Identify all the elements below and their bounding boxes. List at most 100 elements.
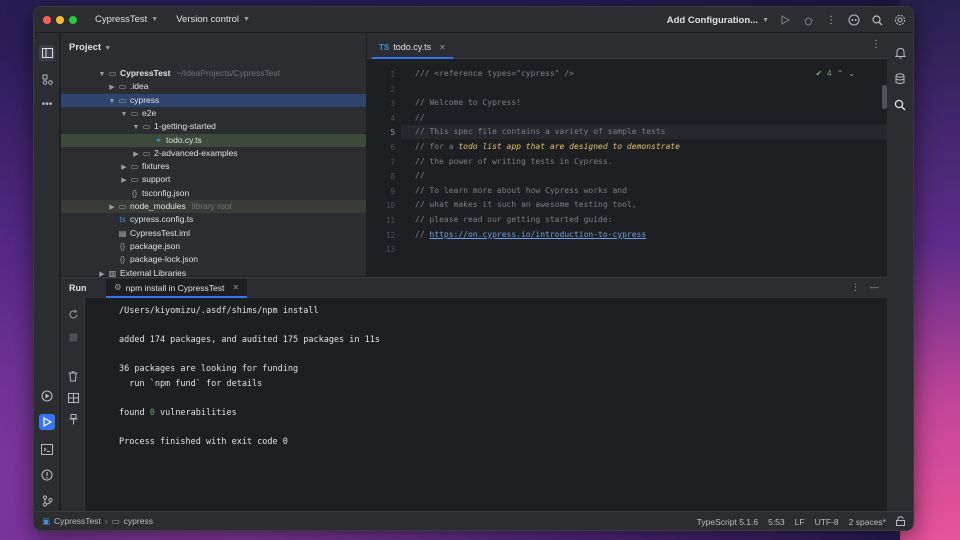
run-icon[interactable] [778, 13, 792, 27]
chevron-right-icon[interactable]: ▶ [107, 81, 117, 94]
zoom-window-button[interactable] [69, 15, 77, 24]
tree-item-label: 2-advanced-examples [154, 147, 238, 158]
database-icon[interactable] [892, 71, 908, 87]
more-vertical-icon[interactable]: ⋮ [851, 282, 860, 293]
lock-icon[interactable] [896, 515, 905, 528]
chevron-down-icon[interactable]: ▼ [97, 68, 107, 81]
folder-icon: ▭ [142, 148, 151, 158]
settings-icon[interactable] [893, 13, 907, 27]
copilot-icon[interactable] [847, 13, 861, 27]
code-text: // Welcome to Cypress! [415, 98, 521, 108]
rerun-icon[interactable] [65, 306, 81, 322]
run-tool-icon[interactable] [39, 414, 55, 430]
search-icon[interactable] [870, 13, 884, 27]
more-horizontal-icon[interactable]: ••• [39, 96, 55, 112]
structure-tool-icon[interactable] [39, 71, 55, 87]
close-window-button[interactable] [43, 15, 51, 24]
stop-icon[interactable] [65, 329, 81, 345]
editor-scrollbar[interactable] [882, 85, 887, 109]
project-panel-header[interactable]: Project ▼ [69, 42, 111, 53]
vcs-menu[interactable]: Version control ▼ [176, 14, 250, 25]
git-tool-icon[interactable] [39, 493, 55, 509]
file-encoding[interactable]: UTF-8 [815, 517, 839, 527]
more-vertical-icon[interactable]: ⋮ [871, 39, 881, 50]
code-line[interactable]: // https://on.cypress.io/introduction-to… [415, 228, 646, 242]
code-line[interactable]: // what makes it such an awesome testing… [415, 198, 637, 212]
code-text: // To learn more about how Cypress works… [415, 185, 627, 195]
code-line[interactable]: // Welcome to Cypress! [415, 96, 521, 110]
pin-icon[interactable] [65, 411, 81, 427]
folder-icon: ▭ [108, 69, 117, 78]
close-tab-icon[interactable]: ✕ [439, 43, 446, 52]
folder-icon: ▭ [130, 162, 139, 172]
minimize-window-button[interactable] [56, 15, 64, 24]
chevron-down-icon[interactable]: ▼ [107, 95, 117, 108]
notifications-icon[interactable] [892, 45, 908, 61]
chevron-down-icon[interactable]: ▼ [131, 121, 141, 134]
folder-icon: ▭ [111, 515, 120, 526]
chevron-up-icon[interactable]: ⌃ [837, 69, 844, 78]
chevron-right-icon[interactable]: ▶ [119, 174, 129, 187]
breadcrumb-project[interactable]: CypressTest [54, 516, 101, 526]
line-separator[interactable]: LF [795, 517, 805, 527]
tree-item[interactable]: ▼ ▭ cypress [61, 93, 366, 108]
project-tool-icon[interactable] [39, 45, 55, 61]
breadcrumb-folder[interactable]: cypress [124, 516, 153, 526]
tree-item[interactable]: ts cypress.config.ts [61, 213, 366, 226]
code-link[interactable]: https://on.cypress.io/introduction-to-cy… [429, 230, 646, 239]
inspect-search-icon[interactable] [892, 97, 908, 113]
close-tab-icon[interactable]: ✕ [232, 283, 239, 292]
clear-trash-icon[interactable] [65, 368, 81, 384]
problems-tool-icon[interactable] [39, 467, 55, 483]
inspection-widget[interactable]: ✔ 4 ⌃ ⌄ [815, 69, 855, 78]
line-number: 10 [385, 201, 395, 211]
tree-item[interactable]: ▼ ▭ 1-getting-started [61, 120, 366, 133]
caret-position[interactable]: 5:53 [768, 517, 785, 527]
code-line[interactable]: // [415, 111, 425, 125]
tab-npm-install[interactable]: ⚙ npm install in CypressTest ✕ [106, 279, 248, 298]
project-switcher[interactable]: CypressTest ▼ [95, 14, 158, 25]
check-icon: ✔ [815, 69, 823, 78]
code-line[interactable]: // please read our getting started guide… [415, 213, 612, 227]
tree-item[interactable]: ▤ CypressTest.iml [61, 227, 366, 240]
tree-item[interactable]: {} package-lock.json [61, 253, 366, 266]
tree-item[interactable]: ▶ ▭ support [61, 173, 366, 186]
code-line[interactable]: // This spec file contains a variety of … [401, 125, 887, 140]
code-line[interactable]: /// <reference types="cypress" /> [415, 67, 574, 81]
code-line[interactable]: // for a todo list app that are designed… [415, 140, 680, 154]
chevron-right-icon[interactable]: ▶ [119, 161, 129, 174]
services-tool-icon[interactable] [39, 388, 55, 404]
tree-item[interactable]: ▶ ▭ fixtures [61, 160, 366, 173]
code-line[interactable]: // the power of writing tests in Cypress… [415, 155, 612, 169]
tree-item[interactable]: ▶ ▭ 2-advanced-examples [61, 147, 366, 160]
line-number: 7 [390, 157, 395, 167]
tree-item[interactable]: ▼ ▭ e2e [61, 107, 366, 120]
tree-item-label: tsconfig.json [142, 187, 190, 198]
tree-item[interactable]: {} tsconfig.json [61, 187, 366, 200]
ts-test-icon: ✦ [155, 135, 162, 145]
tree-item-label: External Libraries [120, 267, 187, 278]
indent-setting[interactable]: 2 spaces* [849, 517, 886, 527]
tree-item[interactable]: ▶ ▭ .idea [61, 80, 366, 93]
chevron-right-icon[interactable]: ▶ [107, 201, 117, 214]
line-number: 4 [390, 113, 395, 123]
tree-item[interactable]: ▶ ▭ node_modules library root [61, 200, 366, 213]
chevron-down-icon[interactable]: ⌄ [848, 69, 855, 78]
layout-icon[interactable] [65, 390, 81, 406]
chevron-down-icon[interactable]: ▼ [119, 108, 129, 121]
chevron-right-icon[interactable]: ▶ [131, 148, 141, 161]
editor-tabbar: TS todo.cy.ts ✕ ⋮ [367, 33, 887, 59]
tab-todo-cy-ts[interactable]: TS todo.cy.ts ✕ [372, 37, 453, 59]
debug-icon[interactable] [801, 13, 815, 27]
titlebar-actions: Add Configuration... ▼ ⋮ [667, 7, 907, 33]
code-line[interactable]: // To learn more about how Cypress works… [415, 184, 627, 198]
tree-item[interactable]: ✦ todo.cy.ts [61, 133, 366, 147]
language-status[interactable]: TypeScript 5.1.6 [697, 517, 758, 527]
run-config-selector[interactable]: Add Configuration... ▼ [667, 15, 769, 26]
code-line[interactable]: // [415, 169, 425, 183]
tree-item[interactable]: {} package.json [61, 240, 366, 253]
tree-item[interactable]: ▼ ▭ CypressTest ~/IdeaProjects/CypressTest [61, 67, 366, 80]
terminal-tool-icon[interactable] [39, 441, 55, 457]
more-vertical-icon[interactable]: ⋮ [824, 13, 838, 27]
minimize-icon[interactable]: — [870, 282, 879, 293]
